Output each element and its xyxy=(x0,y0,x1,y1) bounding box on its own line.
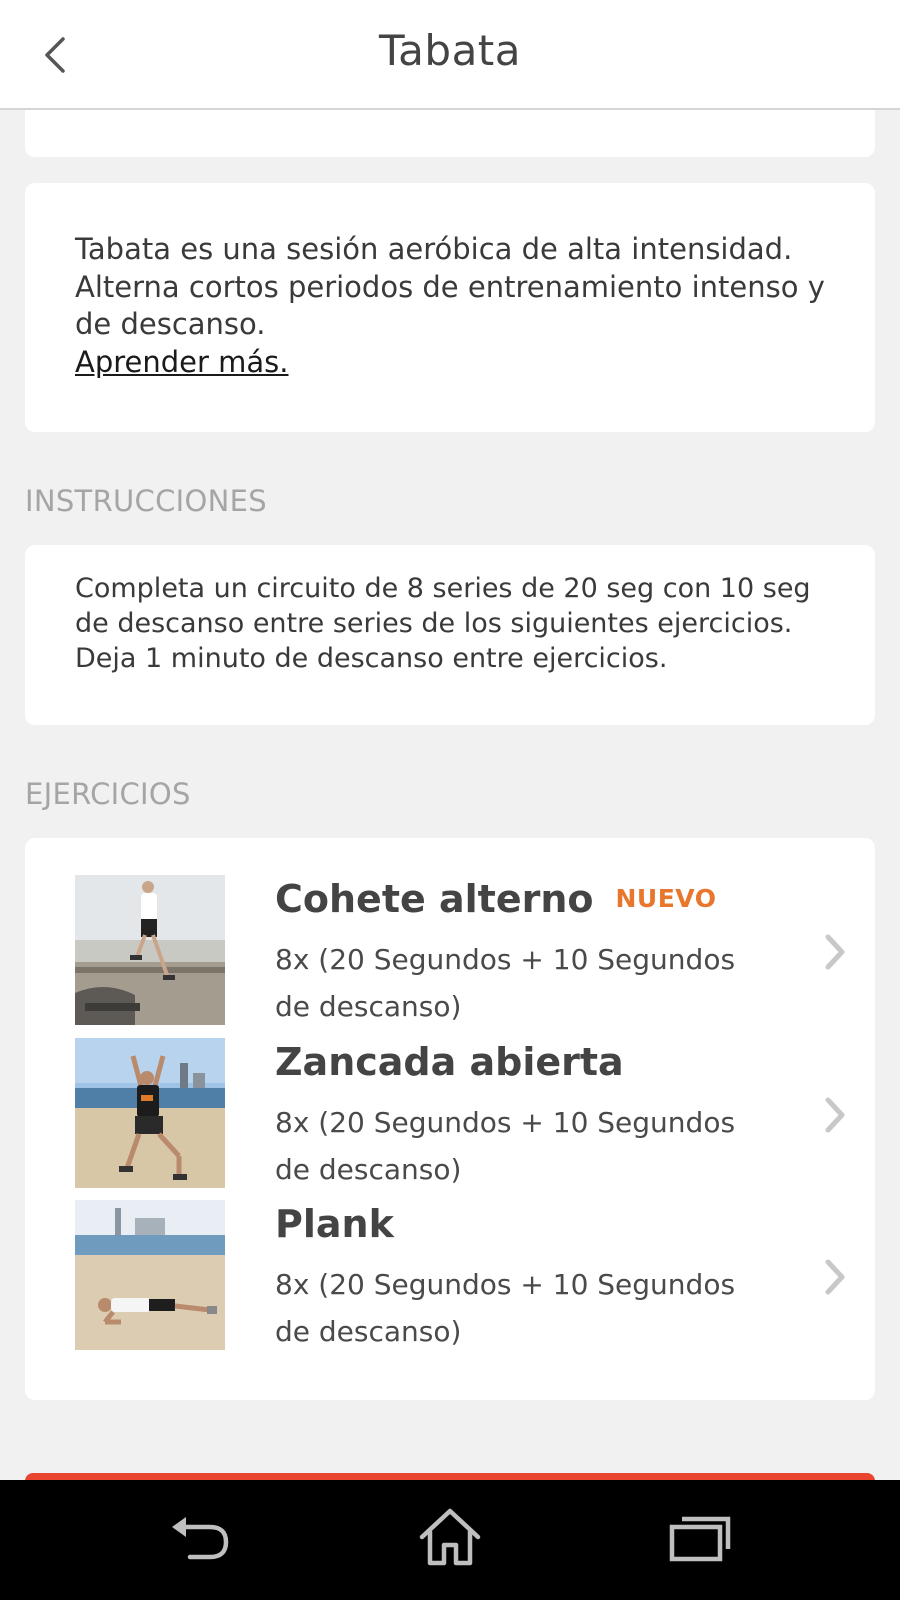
exercise-row-cohete-alterno[interactable]: Cohete alterno NUEVO 8x (20 Segundos + 10… xyxy=(25,875,875,1027)
exercises-section-label: EJERCICIOS xyxy=(25,777,191,811)
chevron-right-icon xyxy=(825,1259,845,1295)
exercises-card: Cohete alterno NUEVO 8x (20 Segundos + 10… xyxy=(25,838,875,1400)
page-title: Tabata xyxy=(378,26,522,75)
chevron-right-icon xyxy=(825,934,845,970)
home-icon xyxy=(419,1508,481,1566)
exercise-name: Zancada abierta xyxy=(275,1040,624,1084)
exercise-name: Plank xyxy=(275,1202,394,1246)
top-app-bar: Tabata xyxy=(0,0,900,110)
exercise-title: Cohete alterno NUEVO xyxy=(275,877,716,921)
intro-card: Tabata es una sesión aeróbica de alta in… xyxy=(25,183,875,432)
exercise-description: 8x (20 Segundos + 10 Segundos de descans… xyxy=(275,1268,736,1348)
exercise-description: 8x (20 Segundos + 10 Segundos de descans… xyxy=(275,1106,736,1186)
exercise-title: Plank xyxy=(275,1202,394,1246)
nav-recent-apps-button[interactable] xyxy=(660,1502,740,1572)
intro-description: Tabata es una sesión aeróbica de alta in… xyxy=(75,231,845,381)
exercise-row-plank[interactable]: Plank 8x (20 Segundos + 10 Segundos de d… xyxy=(25,1200,875,1352)
exercise-name: Cohete alterno xyxy=(275,877,594,921)
nav-home-button[interactable] xyxy=(410,1502,490,1572)
system-navigation-bar xyxy=(0,1480,900,1600)
exercise-title: Zancada abierta xyxy=(275,1040,624,1084)
nav-back-button[interactable] xyxy=(160,1502,240,1572)
instructions-text: Completa un circuito de 8 series de 20 s… xyxy=(75,573,811,674)
recent-apps-icon xyxy=(669,1516,731,1562)
instructions-card: Completa un circuito de 8 series de 20 s… xyxy=(25,545,875,725)
intro-text: Tabata es una sesión aeróbica de alta in… xyxy=(75,232,825,341)
app-screen: Tabata Tabata es una sesión aeróbica de … xyxy=(0,0,900,1600)
exercise-photo-image xyxy=(75,875,225,1025)
exercise-thumbnail xyxy=(75,1200,225,1350)
exercise-photo-image xyxy=(75,1200,225,1350)
exercise-description: 8x (20 Segundos + 10 Segundos de descans… xyxy=(275,943,736,1023)
new-badge: NUEVO xyxy=(615,884,717,913)
learn-more-link[interactable]: Aprender más. xyxy=(75,344,289,382)
exercise-thumbnail xyxy=(75,875,225,1025)
back-arrow-icon xyxy=(172,1517,229,1560)
instructions-section-label: INSTRUCCIONES xyxy=(25,484,267,518)
exercise-row-zancada-abierta[interactable]: Zancada abierta 8x (20 Segundos + 10 Seg… xyxy=(25,1038,875,1190)
exercise-photo-image xyxy=(75,1038,225,1188)
chevron-right-icon xyxy=(825,1097,845,1133)
exercise-thumbnail xyxy=(75,1038,225,1188)
